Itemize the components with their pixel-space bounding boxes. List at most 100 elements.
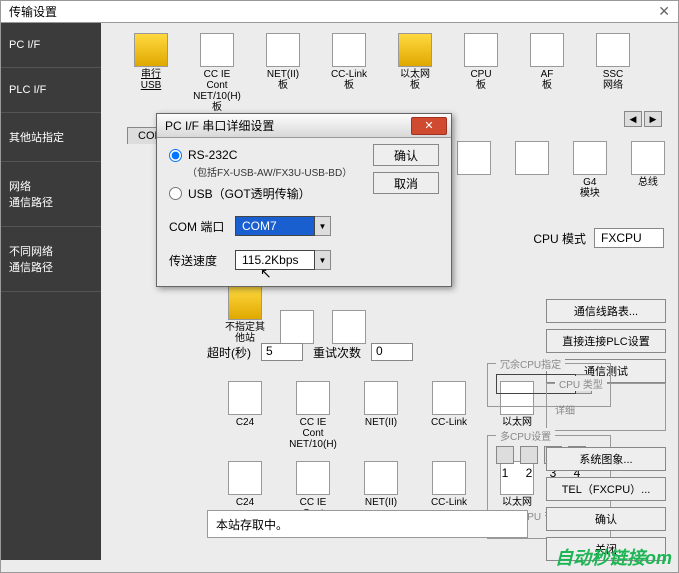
radio-rs232c[interactable] — [169, 149, 182, 162]
device-icon — [530, 33, 564, 67]
net1-ccie[interactable]: CC IE Cont NET/10(H) — [289, 381, 337, 450]
timeout-label: 超时(秒) — [207, 344, 251, 361]
other-station-none[interactable]: 不指定其他站 — [221, 286, 269, 344]
scroll-buttons: ◀ ▶ — [624, 111, 662, 127]
pcif-cpu[interactable]: CPU 板 — [457, 33, 505, 113]
device-icon — [200, 33, 234, 67]
pcif-ssc[interactable]: SSC 网络 — [589, 33, 637, 113]
retry-input[interactable]: 0 — [371, 343, 413, 361]
scroll-right-button[interactable]: ▶ — [644, 111, 662, 127]
pcif-af[interactable]: AF 板 — [523, 33, 571, 113]
device-icon — [364, 381, 398, 415]
multi-cpu-legend: 多CPU设置 — [496, 428, 555, 443]
com-port-value: COM7 — [235, 216, 315, 236]
cpu-mode-value: FXCPU — [594, 228, 664, 248]
scroll-left-button[interactable]: ◀ — [624, 111, 642, 127]
baud-rate-row: 传送速度 115.2Kbps ▼ — [169, 250, 439, 270]
dialog-body: 确认 取消 RS-232C （包括FX-USB-AW/FX3U-USB-BD） … — [157, 138, 451, 286]
device-icon — [296, 381, 330, 415]
cursor-icon: ↖ — [260, 265, 272, 282]
chevron-down-icon[interactable]: ▼ — [315, 216, 331, 236]
status-text: 本站存取中。 — [216, 516, 288, 533]
comm-route-table-button[interactable]: 通信线路表... — [546, 299, 666, 323]
device-icon — [457, 141, 491, 175]
plcif-item6[interactable] — [512, 141, 552, 199]
watermark: 自动秒链接om — [555, 544, 672, 570]
net1-c24[interactable]: C24 — [221, 381, 269, 450]
cpu-slot-1[interactable] — [496, 446, 514, 464]
sidebar-item-otherstation[interactable]: 其他站指定 — [1, 113, 101, 162]
redundant-cpu-legend: 冗余CPU指定 — [496, 356, 565, 371]
cpu-type-group: CPU 类型 详细 — [546, 383, 666, 431]
device-icon — [134, 33, 168, 67]
radio-usb[interactable] — [169, 187, 182, 200]
chevron-down-icon[interactable]: ▼ — [315, 250, 331, 270]
device-icon — [573, 141, 607, 175]
window-title: 传输设置 — [9, 3, 57, 20]
sidebar: PC I/F PLC I/F 其他站指定 网络 通信路径 不同网络 通信路径 — [1, 23, 101, 560]
other-station-opt2[interactable] — [273, 310, 321, 344]
timeout-input[interactable]: 5 — [261, 343, 303, 361]
plcif-g4[interactable]: G4 模块 — [570, 141, 610, 199]
content-area: 串行 USB CC IE Cont NET/10(H)板 NET(II) 板 C… — [101, 23, 678, 558]
other-station-opt3[interactable] — [325, 310, 373, 344]
pcif-ccie[interactable]: CC IE Cont NET/10(H)板 — [193, 33, 241, 113]
com-port-label: COM 端口 — [169, 218, 225, 235]
device-icon — [332, 33, 366, 67]
sidebar-item-diffnetwork[interactable]: 不同网络 通信路径 — [1, 227, 101, 292]
system-image-button[interactable]: 系统图象... — [546, 447, 666, 471]
sidebar-item-network[interactable]: 网络 通信路径 — [1, 162, 101, 227]
pcif-serial-usb[interactable]: 串行 USB — [127, 33, 175, 113]
net1-netii[interactable]: NET(II) — [357, 381, 405, 450]
ok-button[interactable]: 确认 — [546, 507, 666, 531]
timeout-row: 超时(秒) 5 重试次数 0 — [207, 343, 413, 361]
status-bar: 本站存取中。 — [207, 510, 528, 538]
plcif-item5[interactable] — [454, 141, 494, 199]
retry-label: 重试次数 — [313, 344, 361, 361]
device-icon — [464, 33, 498, 67]
pcif-ethernet[interactable]: 以太网 板 — [391, 33, 439, 113]
device-icon — [596, 33, 630, 67]
radio-rs232c-label: RS-232C — [188, 148, 237, 162]
radio-usb-label: USB（GOT透明传输） — [188, 185, 311, 202]
tel-fxcpu-button[interactable]: TEL（FXCPU）... — [546, 477, 666, 501]
pcif-cclink[interactable]: CC-Link 板 — [325, 33, 373, 113]
dialog-cancel-button[interactable]: 取消 — [373, 172, 439, 194]
cpu-slot-2[interactable] — [520, 446, 538, 464]
direct-plc-button[interactable]: 直接连接PLC设置 — [546, 329, 666, 353]
device-icon — [266, 33, 300, 67]
sidebar-item-pcif[interactable]: PC I/F — [1, 23, 101, 68]
other-station-row: 不指定其他站 — [221, 286, 373, 344]
device-icon — [280, 310, 314, 344]
cpu-mode-row: CPU 模式 FXCPU — [533, 228, 664, 248]
com-port-row: COM 端口 COM7 ▼ — [169, 216, 439, 236]
device-icon — [515, 141, 549, 175]
pcif-serial-detail-dialog: PC I/F 串口详细设置 ✕ 确认 取消 RS-232C （包括FX-USB-… — [156, 113, 452, 287]
sidebar-item-plcif[interactable]: PLC I/F — [1, 68, 101, 113]
baud-rate-label: 传送速度 — [169, 252, 225, 269]
device-icon — [332, 310, 366, 344]
dialog-titlebar: PC I/F 串口详细设置 ✕ — [157, 114, 451, 138]
dialog-button-column: 确认 取消 — [373, 144, 439, 194]
dialog-ok-button[interactable]: 确认 — [373, 144, 439, 166]
dialog-close-button[interactable]: ✕ — [411, 117, 447, 135]
device-icon — [631, 141, 665, 175]
cpu-type-legend: CPU 类型 — [555, 376, 607, 391]
device-icon — [364, 461, 398, 495]
titlebar: 传输设置 ✕ — [1, 1, 678, 23]
device-icon — [398, 33, 432, 67]
device-icon — [432, 461, 466, 495]
plcif-bus[interactable]: 总线 — [628, 141, 668, 199]
com-port-select[interactable]: COM7 ▼ — [235, 216, 331, 236]
cpu-mode-label: CPU 模式 — [533, 230, 586, 247]
device-icon — [432, 381, 466, 415]
device-icon — [228, 286, 262, 320]
dialog-title: PC I/F 串口详细设置 — [165, 117, 274, 134]
baud-rate-select[interactable]: 115.2Kbps ▼ — [235, 250, 331, 270]
baud-rate-value: 115.2Kbps — [235, 250, 315, 270]
net1-cclink[interactable]: CC-Link — [425, 381, 473, 450]
close-icon[interactable]: ✕ — [658, 3, 670, 20]
pcif-net2[interactable]: NET(II) 板 — [259, 33, 307, 113]
pcif-icon-row: 串行 USB CC IE Cont NET/10(H)板 NET(II) 板 C… — [107, 29, 672, 117]
device-icon — [296, 461, 330, 495]
